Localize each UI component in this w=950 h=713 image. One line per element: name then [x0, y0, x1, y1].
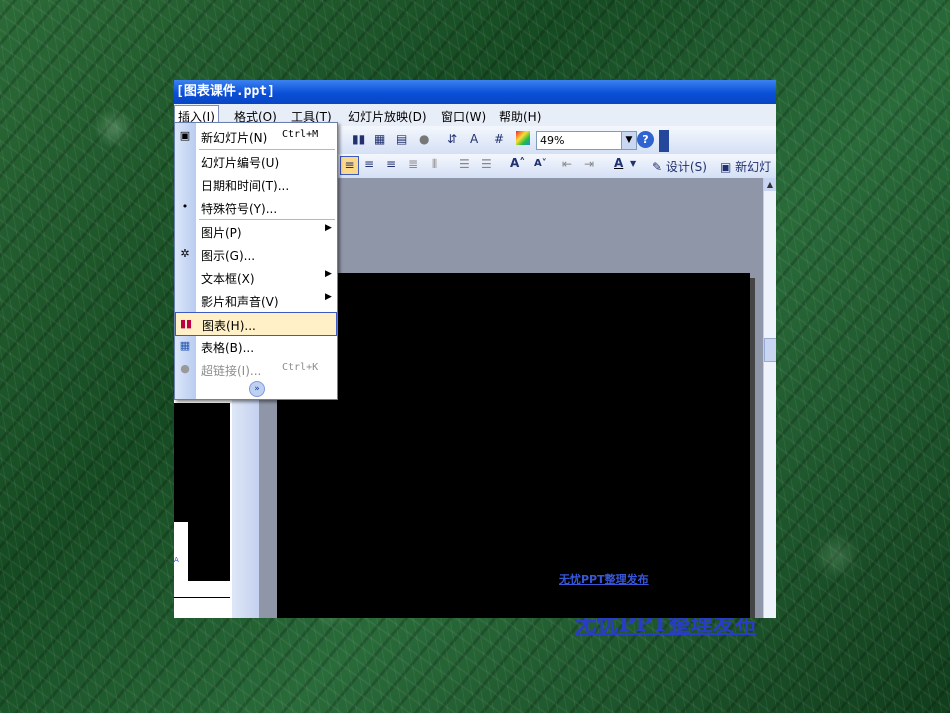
- bullets-icon[interactable]: ☰: [481, 157, 492, 171]
- show-formatting-icon[interactable]: A: [470, 132, 478, 146]
- increase-indent-icon[interactable]: ⇥: [584, 157, 594, 171]
- menu-help[interactable]: 帮助(H): [499, 108, 541, 125]
- insert-table-icon[interactable]: ▦: [374, 132, 385, 146]
- bullet-icon: •: [181, 200, 189, 213]
- expand-all-icon[interactable]: ⇵: [447, 132, 457, 146]
- menu-item-hyperlink[interactable]: ● 超链接(I)... Ctrl+K: [175, 358, 337, 380]
- submenu-arrow-icon: ▶: [325, 223, 332, 233]
- menu-item-text-box[interactable]: 文本框(X) ▶: [175, 266, 337, 288]
- align-center-icon[interactable]: ≡: [364, 157, 374, 171]
- slide-canvas[interactable]: [277, 273, 750, 618]
- menu-item-label: 表格(B)...: [201, 341, 255, 355]
- menu-item-picture[interactable]: 图片(P) ▶: [175, 220, 337, 242]
- hyperlink-icon: ●: [180, 362, 190, 375]
- menu-item-label: 特殊符号(Y)...: [201, 202, 278, 216]
- align-right-icon[interactable]: ≡: [386, 157, 396, 171]
- window-title: [图表课件.ppt]: [174, 80, 776, 104]
- font-color-dropdown-icon[interactable]: ▼: [630, 159, 636, 168]
- increase-font-icon[interactable]: A˄: [510, 156, 525, 170]
- scroll-up-icon[interactable]: ▲: [764, 178, 776, 191]
- chevron-down-icon[interactable]: ▼: [621, 132, 636, 149]
- submenu-arrow-icon: ▶: [325, 292, 332, 302]
- menu-item-label: 图示(G)...: [201, 249, 256, 263]
- design-label: 设计(S): [665, 160, 707, 174]
- menu-item-diagram[interactable]: ✲ 图示(G)...: [175, 243, 337, 265]
- font-color-icon[interactable]: A: [614, 156, 623, 170]
- design-icon: ✎: [652, 160, 663, 174]
- color-grayscale-icon[interactable]: [516, 131, 530, 145]
- vertical-scrollbar[interactable]: ▲: [763, 178, 776, 618]
- menu-item-label: 幻灯片编号(U): [201, 156, 280, 170]
- toolbar-options-icon[interactable]: [659, 130, 669, 152]
- decrease-indent-icon[interactable]: ⇤: [562, 157, 572, 171]
- slide-thumbnail-strip: [174, 581, 230, 597]
- menu-item-table[interactable]: ▦ 表格(B)...: [175, 335, 337, 357]
- new-slide-button[interactable]: ▣ 新幻灯: [720, 158, 771, 175]
- decrease-font-icon[interactable]: A˅: [534, 158, 547, 169]
- distributed-icon[interactable]: ⫴: [432, 157, 437, 172]
- menu-item-shortcut: Ctrl+K: [282, 362, 319, 373]
- grid-icon[interactable]: #: [494, 132, 504, 146]
- powerpoint-window: [图表课件.ppt] 插入(I) 格式(O) 工具(T) 幻灯片放映(D) 窗口…: [174, 80, 776, 618]
- thumbnail-link-text: A: [174, 556, 179, 564]
- submenu-arrow-icon: ▶: [325, 269, 332, 279]
- insert-menu: ▣ 新幻灯片(N) Ctrl+M 幻灯片编号(U) 日期和时间(T)... • …: [174, 122, 338, 400]
- zoom-select[interactable]: 49% ▼: [536, 131, 637, 150]
- align-left-icon[interactable]: ≡: [340, 156, 359, 175]
- zoom-value: 49%: [540, 134, 565, 147]
- menu-item-label: 文本框(X): [201, 272, 255, 286]
- slide-footer-link[interactable]: 无忧PPT整理发布: [559, 571, 649, 587]
- menu-item-date-time[interactable]: 日期和时间(T)...: [175, 173, 337, 195]
- design-button[interactable]: ✎ 设计(S): [652, 158, 707, 175]
- menu-slideshow[interactable]: 幻灯片放映(D): [348, 108, 427, 125]
- tables-borders-icon[interactable]: ▤: [396, 132, 407, 146]
- numbering-icon[interactable]: ☰: [459, 157, 470, 171]
- menu-item-movies-sounds[interactable]: 影片和声音(V) ▶: [175, 289, 337, 311]
- menu-item-label: 新幻灯片(N): [201, 131, 268, 145]
- menu-item-label: 日期和时间(T)...: [201, 179, 290, 193]
- justify-icon[interactable]: ≣: [408, 157, 418, 171]
- table-icon: ▦: [179, 339, 191, 352]
- menu-item-chart[interactable]: ▮▮ 图表(H)...: [175, 312, 337, 336]
- new-slide-icon: ▣: [720, 160, 732, 174]
- insert-chart-icon[interactable]: ▮▮: [352, 132, 365, 146]
- menu-item-new-slide[interactable]: ▣ 新幻灯片(N) Ctrl+M: [175, 125, 337, 147]
- new-slide-label: 新幻灯: [735, 160, 772, 174]
- hyperlink-icon[interactable]: ●: [419, 132, 429, 146]
- expand-menu-icon[interactable]: »: [249, 381, 265, 397]
- help-icon[interactable]: ?: [637, 131, 654, 148]
- menu-item-label: 影片和声音(V): [201, 295, 279, 309]
- new-slide-icon: ▣: [179, 129, 191, 142]
- menu-item-slide-number[interactable]: 幻灯片编号(U): [175, 150, 337, 172]
- menu-window[interactable]: 窗口(W): [441, 108, 486, 125]
- diagram-icon: ✲: [180, 247, 190, 260]
- menu-item-label: 图表(H)...: [202, 319, 256, 333]
- menu-item-special-symbol[interactable]: • 特殊符号(Y)...: [175, 196, 337, 218]
- menu-item-label: 超链接(I)...: [201, 364, 262, 378]
- scroll-thumb[interactable]: [764, 338, 776, 362]
- chart-icon: ▮▮: [179, 317, 193, 330]
- menu-item-shortcut: Ctrl+M: [282, 129, 319, 140]
- menu-item-label: 图片(P): [201, 226, 242, 240]
